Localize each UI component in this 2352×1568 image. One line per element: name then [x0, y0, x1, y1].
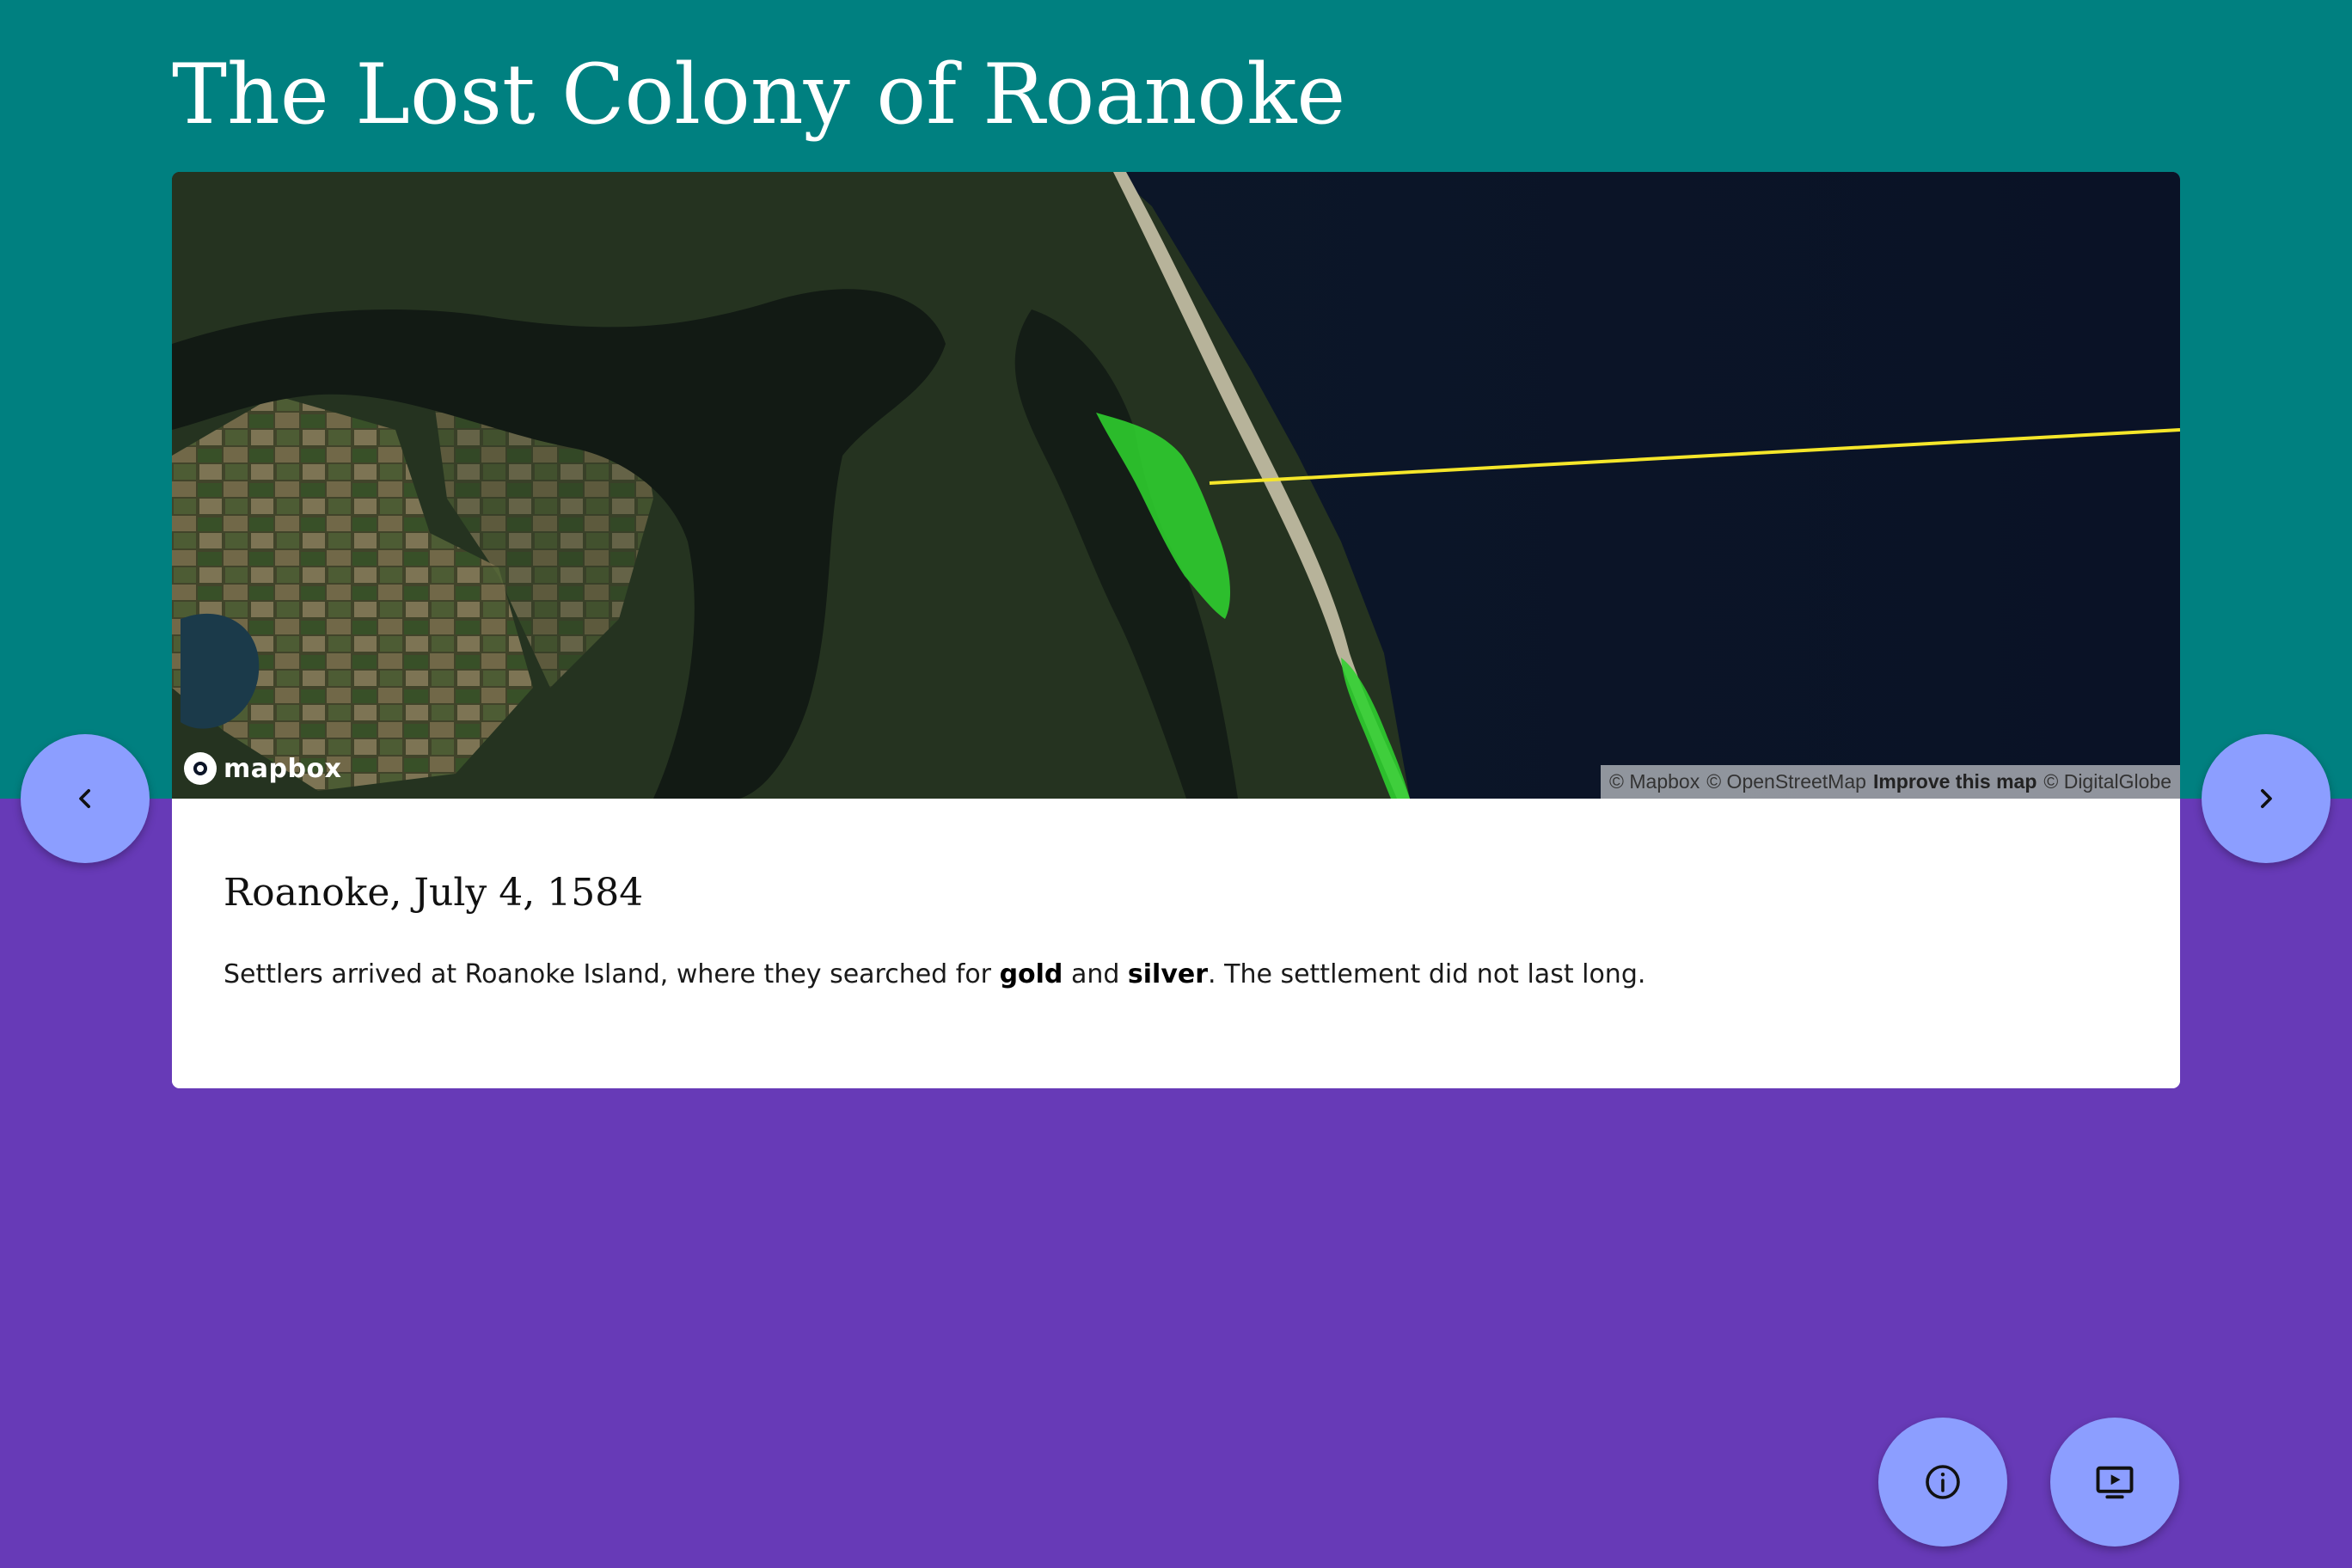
- chevron-left-icon: [79, 789, 90, 808]
- map-imagery: [172, 172, 2180, 799]
- entry-text-part: and: [1063, 959, 1128, 989]
- previous-slide-button[interactable]: [21, 734, 150, 863]
- entry-text-part: . The settlement did not last long.: [1208, 959, 1646, 989]
- mapbox-logo[interactable]: mapbox: [184, 750, 341, 787]
- entry-bold-silver: silver: [1127, 959, 1209, 989]
- attribution-mapbox-link[interactable]: © Mapbox: [1609, 770, 1700, 793]
- info-icon: [1926, 1465, 1960, 1499]
- entry-text-part: Settlers arrived at Roanoke Island, wher…: [224, 959, 1000, 989]
- slideshow-icon: [2096, 1466, 2134, 1499]
- entry-bold-gold: gold: [999, 959, 1063, 989]
- map-attribution: © Mapbox © OpenStreetMap Improve this ma…: [1601, 765, 2180, 799]
- mapbox-logo-text: mapbox: [224, 753, 342, 784]
- next-slide-button[interactable]: [2202, 734, 2331, 863]
- attribution-digitalglobe-link[interactable]: © DigitalGlobe: [2043, 770, 2171, 793]
- entry-title: Roanoke, July 4, 1584: [224, 871, 644, 915]
- entry-content: Roanoke, July 4, 1584 Settlers arrived a…: [172, 799, 2180, 1088]
- page-title: The Lost Colony of Roanoke: [172, 46, 1346, 143]
- slideshow-button[interactable]: [2050, 1418, 2179, 1547]
- attribution-osm-link[interactable]: © OpenStreetMap: [1706, 770, 1866, 793]
- improve-map-link[interactable]: Improve this map: [1873, 770, 2037, 793]
- entry-description: Settlers arrived at Roanoke Island, wher…: [224, 955, 1645, 995]
- info-button[interactable]: [1878, 1418, 2007, 1547]
- chevron-right-icon: [2261, 789, 2272, 808]
- story-card: mapbox © Mapbox © OpenStreetMap Improve …: [172, 172, 2180, 1088]
- satellite-map[interactable]: mapbox © Mapbox © OpenStreetMap Improve …: [172, 172, 2180, 799]
- mapbox-logo-icon: [184, 752, 217, 785]
